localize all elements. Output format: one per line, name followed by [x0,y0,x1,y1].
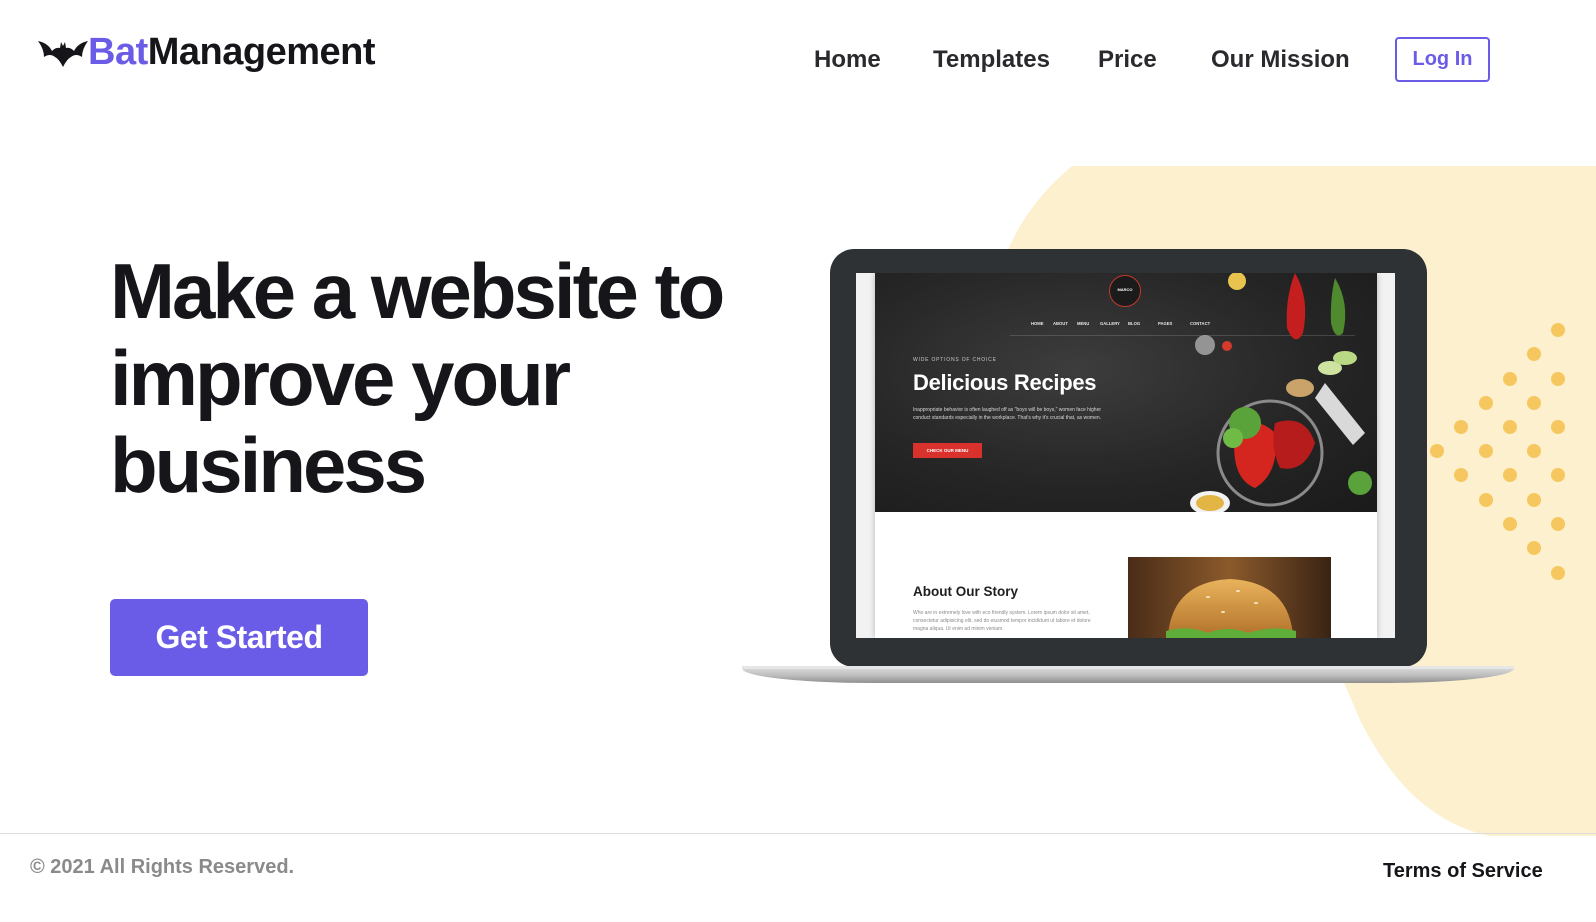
website-preview: MARCO HOME ABOUT MENU GALLERY BLOG PAGES… [875,273,1377,638]
preview-nav-item: PAGES [1158,321,1173,326]
hero-headline-line: business [110,421,427,509]
preview-menu-button: CHECK OUR MENU [913,443,982,458]
nav-item-our-mission[interactable]: Our Mission [1211,46,1350,74]
decor-dot [1551,517,1565,531]
hero-headline-line: Make a website to [110,247,725,335]
laptop-base [742,666,1514,683]
decor-dot [1454,468,1468,482]
decor-dot [1551,323,1565,337]
preview-about-title: About Our Story [913,584,1018,599]
vegetables-image [1190,273,1372,512]
site-header: Bat Management Home Templates Price Our M… [0,0,1596,110]
decor-dot [1527,444,1541,458]
laptop-screen: MARCO HOME ABOUT MENU GALLERY BLOG PAGES… [856,273,1395,638]
burger-image [1128,557,1331,638]
decor-dot [1454,420,1468,434]
nav-item-templates[interactable]: Templates [933,46,1050,74]
decor-dot [1479,444,1493,458]
decor-dot [1527,541,1541,555]
decor-dot [1527,396,1541,410]
preview-hero: MARCO HOME ABOUT MENU GALLERY BLOG PAGES… [875,273,1377,512]
decor-dot [1503,468,1517,482]
preview-nav-item: GALLERY [1100,321,1120,326]
decor-dot [1551,468,1565,482]
hero-headline: Make a website to improve your business [110,248,770,509]
preview-nav-item: MENU [1077,321,1090,326]
get-started-button[interactable]: Get Started [110,599,368,676]
decor-dot [1503,372,1517,386]
preview-nav-item: BLOG [1128,321,1141,326]
preview-nav-item: ABOUT [1053,321,1068,326]
preview-eyebrow: WIDE OPTIONS OF CHOICE [913,357,997,363]
preview-title: Delicious Recipes [913,370,1097,395]
decor-dot [1479,396,1493,410]
hero-headline-line: improve your [110,334,571,422]
preview-nav-item: HOME [1031,321,1044,326]
decor-dot [1503,517,1517,531]
decor-dot [1527,493,1541,507]
main-nav: Home Templates Price Our Mission Log In [0,37,1596,84]
nav-item-price[interactable]: Price [1098,46,1157,74]
copyright-text: © 2021 All Rights Reserved. [30,856,295,878]
decor-dot [1527,347,1541,361]
decor-dot [1551,372,1565,386]
preview-about-paragraph: Who are in extremely love with eco frien… [913,610,1091,632]
landing-page: Bat Management Home Templates Price Our M… [0,0,1596,922]
decor-dot [1551,566,1565,580]
nav-item-home[interactable]: Home [814,46,881,74]
decor-dot [1430,444,1444,458]
decor-dot [1479,493,1493,507]
decor-dot [1503,420,1517,434]
terms-of-service-link[interactable]: Terms of Service [1383,860,1543,883]
decor-dot [1551,420,1565,434]
footer-divider [0,833,1596,834]
preview-logo-text: MARCO [1117,287,1133,292]
login-button[interactable]: Log In [1395,37,1490,82]
preview-paragraph: Inappropriate behavior is often laughed … [913,407,1102,421]
